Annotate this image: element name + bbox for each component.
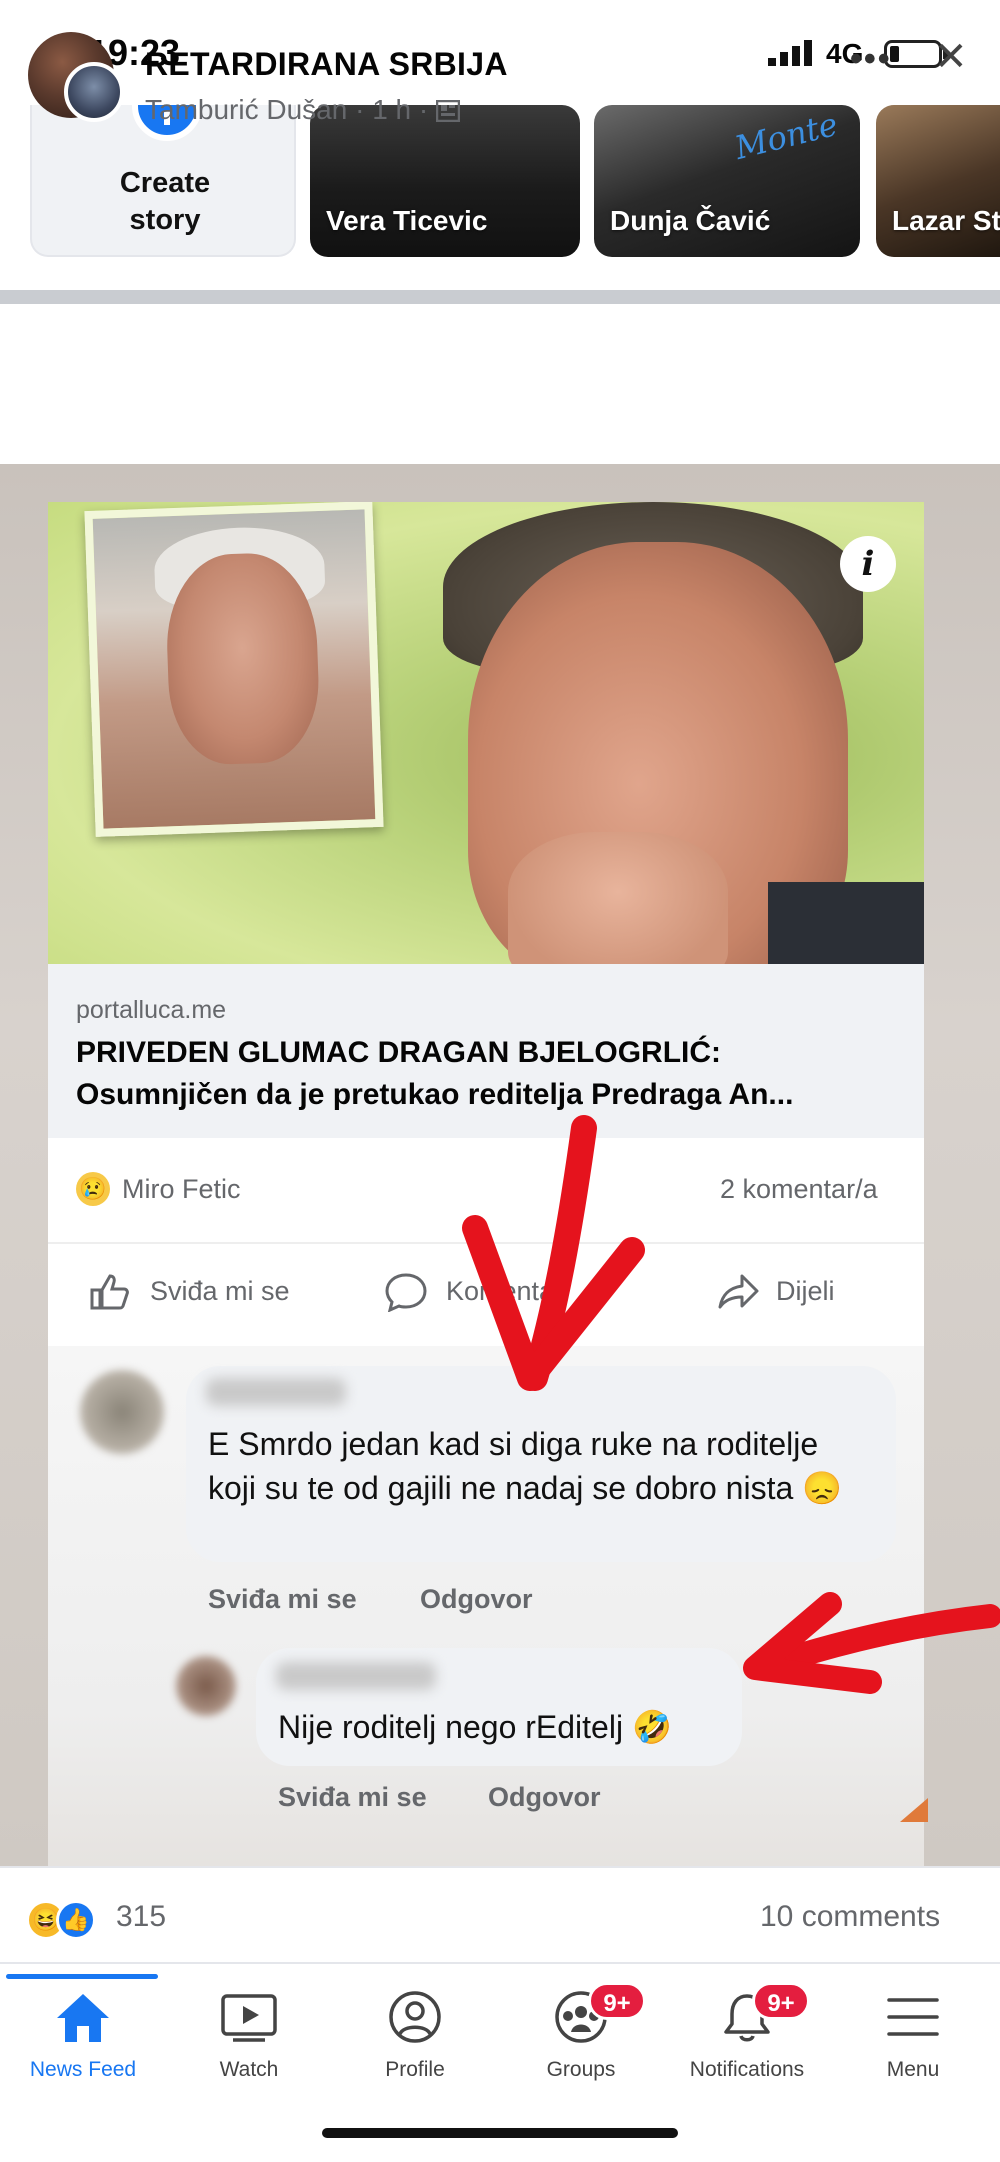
inner-like-button[interactable]: Sviđa mi se bbox=[150, 1276, 290, 1307]
reaction-count[interactable]: 315 bbox=[116, 1900, 166, 1934]
active-tab-indicator bbox=[6, 1974, 158, 1979]
comment-like-button[interactable]: Sviđa mi se bbox=[208, 1584, 357, 1615]
nav-label: Menu bbox=[886, 2058, 940, 2081]
author-avatar[interactable] bbox=[64, 62, 124, 122]
photo-detail bbox=[508, 832, 728, 964]
nav-label: Profile bbox=[385, 2058, 445, 2081]
create-story-card[interactable]: Create story bbox=[30, 105, 296, 257]
story-name: Vera Ticevic bbox=[326, 205, 488, 236]
post-meta: Tamburić Dušan · 1 h · bbox=[145, 94, 461, 126]
story-name: Lazar St bbox=[892, 205, 1000, 236]
commenter-avatar[interactable] bbox=[176, 1656, 236, 1716]
menu-icon bbox=[887, 1998, 939, 2036]
more-options-button[interactable]: ••• bbox=[850, 40, 892, 79]
inset-photo bbox=[84, 502, 384, 837]
feed-divider bbox=[0, 290, 1000, 304]
blurred-commenter-name bbox=[276, 1662, 436, 1690]
nav-label: Notifications bbox=[689, 2058, 805, 2081]
nav-news-feed[interactable]: News Feed bbox=[0, 1990, 166, 2082]
nav-profile[interactable]: Profile bbox=[332, 1990, 498, 2082]
post-header bbox=[0, 304, 1000, 464]
inner-comment-button[interactable]: Komentar bbox=[446, 1276, 563, 1307]
comment-icon bbox=[385, 1273, 427, 1312]
group-privacy-icon bbox=[435, 99, 461, 123]
home-indicator bbox=[322, 2128, 678, 2138]
link-domain: portalluca.me bbox=[76, 996, 227, 1024]
groups-badge: 9+ bbox=[588, 1982, 646, 2020]
photo-detail bbox=[768, 882, 924, 964]
nav-label: News Feed bbox=[29, 2058, 137, 2081]
blurred-commenter-name bbox=[206, 1378, 346, 1406]
nav-notifications[interactable]: 9+ Notifications bbox=[664, 1982, 830, 2082]
story-card[interactable]: Vera Ticevic bbox=[310, 105, 580, 257]
post-time[interactable]: 1 h bbox=[372, 94, 411, 125]
story-card[interactable]: Monte Dunja Čavić bbox=[594, 105, 860, 257]
story-name: Dunja Čavić bbox=[610, 205, 771, 236]
inner-comment-count[interactable]: 2 komentar/a bbox=[720, 1174, 878, 1205]
link-title[interactable]: PRIVEDEN GLUMAC DRAGAN BJELOGRLIĆ: Osumn… bbox=[76, 1032, 916, 1116]
nav-label: Groups bbox=[546, 2058, 616, 2081]
comment-reply-button[interactable]: Odgovor bbox=[420, 1584, 533, 1615]
reaction-icons[interactable]: 😆 👍 bbox=[26, 1900, 110, 1940]
like-reaction-icon: 👍 bbox=[56, 1900, 96, 1940]
share-icon bbox=[718, 1274, 759, 1309]
article-image[interactable]: i bbox=[48, 502, 924, 964]
sad-reaction-icon: 😢 bbox=[76, 1172, 110, 1206]
photo-detail bbox=[164, 551, 322, 767]
stories-tray: Create story Vera Ticevic Monte Dunja Ča… bbox=[0, 105, 1000, 290]
close-icon[interactable]: ✕ bbox=[934, 34, 968, 80]
inner-share-button[interactable]: Dijeli bbox=[776, 1276, 835, 1307]
comment-reply-button[interactable]: Odgovor bbox=[488, 1782, 601, 1813]
profile-icon bbox=[389, 1991, 441, 2043]
group-name[interactable]: RETARDIRANA SRBIJA bbox=[145, 46, 508, 83]
author-name[interactable]: Tamburić Dušan bbox=[145, 94, 347, 125]
comments-count[interactable]: 10 comments bbox=[760, 1900, 940, 1934]
home-icon bbox=[57, 1994, 109, 2042]
thumbs-up-icon bbox=[90, 1274, 129, 1310]
link-title-line: PRIVEDEN GLUMAC DRAGAN BJELOGRLIĆ: bbox=[76, 1036, 722, 1069]
info-icon[interactable]: i bbox=[840, 536, 896, 592]
commenter-avatar[interactable] bbox=[80, 1370, 164, 1454]
link-title-line: Osumnjičen da je pretukao reditelja Pred… bbox=[76, 1078, 794, 1111]
comment-text: E Smrdo jedan kad si diga ruke na rodite… bbox=[208, 1426, 842, 1506]
nav-label: Watch bbox=[219, 2058, 279, 2081]
story-logo: Monte bbox=[730, 105, 842, 168]
nav-groups[interactable]: 9+ Groups bbox=[498, 1982, 664, 2082]
story-card[interactable]: Lazar St bbox=[876, 105, 1000, 257]
comment-text: Nije roditelj nego rEditelj 🤣 bbox=[278, 1709, 672, 1745]
watch-icon bbox=[221, 1994, 277, 2042]
notifications-badge: 9+ bbox=[752, 1982, 810, 2020]
meta-separator: · bbox=[418, 94, 437, 125]
nav-menu[interactable]: Menu bbox=[830, 1990, 996, 2082]
nav-watch[interactable]: Watch bbox=[166, 1990, 332, 2082]
comment-like-button[interactable]: Sviđa mi se bbox=[278, 1782, 427, 1813]
signal-icon bbox=[768, 40, 812, 66]
meta-separator: · bbox=[355, 94, 373, 125]
create-story-label: Create story bbox=[119, 167, 211, 236]
reactor-name[interactable]: Miro Fetic bbox=[122, 1174, 241, 1205]
